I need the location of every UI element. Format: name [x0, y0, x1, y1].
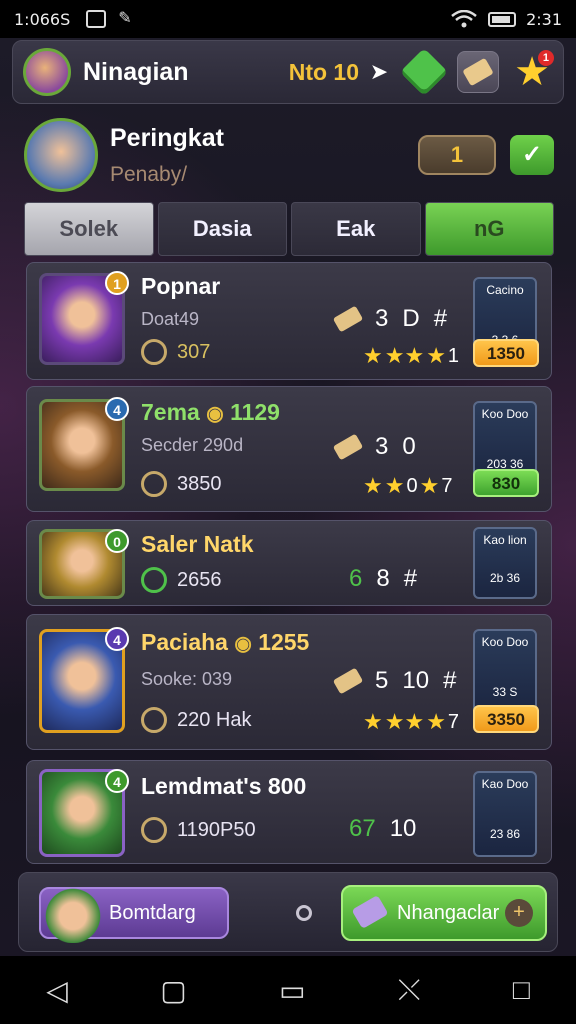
star-rating: ★ ★★ ★ 7	[363, 709, 460, 734]
player-score: 3850	[141, 471, 222, 497]
coin-icon	[141, 707, 167, 733]
player-stats: 3 D #	[332, 305, 447, 333]
player-name: Saler Natk	[141, 531, 254, 557]
notification-icon	[86, 10, 107, 28]
player-stats: 6 8 #	[349, 565, 418, 592]
reward-card[interactable]: Kao Doo 23 86	[473, 771, 537, 857]
leaderboard-row[interactable]: 4 Lemdmat's 800 1190P50 67 10 Kao Doo 23…	[26, 760, 552, 864]
coin-icon: ◉	[206, 403, 224, 425]
quest-scroll-button[interactable]	[457, 51, 499, 93]
reward-value-badge: 1350	[473, 339, 539, 367]
player-name: 7ema ◉ 1129	[141, 399, 280, 425]
player-name: Paciaha ◉ 1255	[141, 629, 310, 655]
scroll-icon	[332, 305, 364, 333]
tab-solek[interactable]: Solek	[24, 202, 154, 256]
star-rating: ★ ★ 0 ★ 7	[363, 473, 453, 498]
coin-icon	[141, 471, 167, 497]
system-nav-bar: ◁ ▢ ▭ ⤬ □	[0, 956, 576, 1024]
reward-value-badge: 830	[473, 469, 539, 497]
star-icon: ★	[363, 473, 383, 498]
status-time: 1:066S	[14, 9, 71, 29]
star-icon: ★	[363, 343, 383, 368]
level-indicator: Nto 10	[288, 58, 359, 85]
star-icon: ★	[384, 473, 405, 498]
rank-badge: 4	[105, 769, 129, 793]
right-action-button[interactable]: Nhangaclar +	[341, 885, 547, 941]
player-subtitle: Sooke: 039	[141, 669, 233, 689]
recents-icon[interactable]: □	[513, 974, 530, 1006]
top-header: Ninagian Nto 10 ➤ ★ 1	[12, 40, 564, 104]
assistant-icon[interactable]: ⤬	[398, 974, 420, 1007]
star-icon: ★	[426, 709, 446, 734]
player-stats: 3 0	[332, 433, 416, 461]
profile-section: Peringkat Penaby/ 1 ✓	[24, 112, 554, 198]
player-score: 307	[141, 339, 210, 365]
status-clock: 2:31	[526, 9, 562, 29]
scroll-icon	[462, 57, 494, 87]
player-name: Lemdmat's 800	[141, 773, 307, 799]
tab-eak[interactable]: Eak	[291, 202, 421, 256]
page-title: Peringkat	[110, 123, 224, 152]
player-subtitle: Secder 290d	[141, 435, 244, 455]
reward-card[interactable]: Koo Doo 33 S	[473, 629, 537, 715]
star-icon: ★★	[384, 709, 425, 734]
gem-button[interactable]	[399, 47, 449, 97]
app-notification-icon: ✎	[118, 10, 132, 27]
left-action-button[interactable]: Bomtdarg	[39, 883, 229, 943]
star-icon: ★★	[384, 343, 425, 368]
reward-value-badge: 3350	[473, 705, 539, 733]
ticket-icon	[351, 894, 389, 930]
star-icon: ★ 1	[514, 50, 554, 92]
action-bar: Bomtdarg Nhangaclar +	[18, 872, 558, 952]
player-avatar-icon[interactable]	[23, 48, 71, 96]
scroll-icon	[332, 667, 364, 695]
game-title: Ninagian	[83, 57, 189, 86]
confirm-button[interactable]: ✓	[510, 135, 554, 175]
tab-ng[interactable]: nG	[424, 202, 554, 256]
location-pin-icon[interactable]	[296, 905, 312, 921]
plus-icon: +	[505, 899, 533, 927]
battery-icon	[488, 11, 517, 27]
back-icon[interactable]: ◁	[46, 974, 68, 1007]
leaderboard-row[interactable]: 4 Paciaha ◉ 1255 Sooke: 039 220 Hak 5 10…	[26, 614, 552, 750]
home-icon[interactable]: ▢	[160, 974, 186, 1007]
star-rating: ★ ★★ ★ 1	[363, 343, 460, 368]
achievements-button[interactable]: ★ 1	[511, 50, 554, 93]
star-icon: ★	[363, 709, 383, 734]
player-name: Popnar	[141, 273, 221, 299]
page-subtitle: Penaby/	[110, 162, 188, 186]
star-icon: ★	[419, 473, 440, 498]
coin-icon	[141, 339, 167, 365]
player-score: 2656	[141, 567, 222, 593]
leaderboard-row[interactable]: 1 Popnar Doat49 307 3 D # ★ ★★ ★ 1 Cacin…	[26, 262, 552, 380]
coin-icon: ◉	[234, 633, 252, 655]
player-stats: 5 10 #	[332, 667, 456, 695]
scroll-icon	[332, 433, 364, 461]
share-icon[interactable]: ➤	[367, 51, 391, 93]
rank-badge: 0	[105, 529, 129, 553]
player-score: 1190P50	[141, 817, 256, 843]
coin-icon	[141, 817, 167, 843]
leaderboard-row[interactable]: 0 Saler Natk 2656 6 8 # Kao lion 2b 36	[26, 520, 552, 606]
profile-avatar[interactable]	[24, 118, 98, 192]
character-avatar-icon	[43, 883, 103, 943]
rank-badge: 4	[105, 627, 129, 651]
rank-badge: 4	[105, 397, 129, 421]
tab-bar: Solek Dasia Eak nG	[24, 202, 554, 256]
player-score: 220 Hak	[141, 707, 252, 733]
gem-icon	[399, 47, 449, 97]
tab-dasia[interactable]: Dasia	[157, 202, 287, 256]
player-subtitle: Doat49	[141, 309, 200, 329]
star-icon: ★	[426, 343, 446, 368]
wifi-icon	[451, 10, 477, 28]
reward-card[interactable]: Kao lion 2b 36	[473, 527, 537, 599]
notification-badge: 1	[537, 50, 554, 66]
leaderboard-row[interactable]: 4 7ema ◉ 1129 Secder 290d 3850 3 0 ★ ★ 0 …	[26, 386, 552, 512]
player-stats: 67 10	[349, 815, 417, 842]
overview-icon[interactable]: ▭	[279, 974, 305, 1007]
clock-icon	[141, 567, 167, 593]
rank-counter[interactable]: 1	[418, 135, 496, 175]
status-bar: 1:066S ✎ 2:31	[0, 0, 576, 38]
rank-badge: 1	[105, 271, 129, 295]
